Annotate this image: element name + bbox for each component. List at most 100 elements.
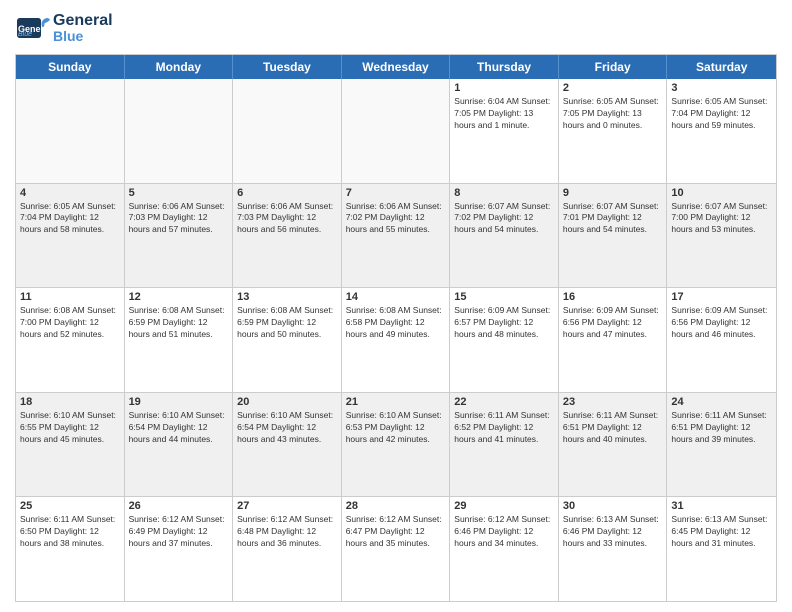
day-cell: 12Sunrise: 6:08 AM Sunset: 6:59 PM Dayli…: [125, 288, 234, 392]
day-cell: 28 Sunrise: 6:12 AM Sunset: 6:47 PM Dayli…: [342, 497, 451, 601]
day-number: 16: [563, 291, 663, 303]
day-info: Sunrise: 6:09 AM Sunset: 6:56 PM Dayligh…: [563, 305, 663, 341]
day-info: Sunrise: 6:11 AM Sunset: 6:50 PM Dayligh…: [20, 514, 120, 550]
day-info: Sunrise: 6:12 AM Sunset: 6:48 PM Dayligh…: [237, 514, 337, 550]
day-number: 23: [563, 396, 663, 408]
day-header-saturday: Saturday: [667, 55, 776, 79]
day-cell: 18 Sunrise: 6:10 AM Sunset: 6:55 PM Dayli…: [16, 393, 125, 497]
day-info: Sunrise: 6:05 AM Sunset: 7:05 PM Dayligh…: [563, 96, 663, 132]
day-cell: [16, 79, 125, 183]
day-cell: 29 Sunrise: 6:12 AM Sunset: 6:46 PM Dayli…: [450, 497, 559, 601]
day-cell: [233, 79, 342, 183]
day-number: 26: [129, 500, 229, 512]
day-number: 10: [671, 187, 772, 199]
day-number: 7: [346, 187, 446, 199]
day-info: Sunrise: 6:05 AM Sunset: 7:04 PM Dayligh…: [671, 96, 772, 132]
day-number: 15: [454, 291, 554, 303]
day-cell: 15Sunrise: 6:09 AM Sunset: 6:57 PM Dayli…: [450, 288, 559, 392]
day-cell: 2 Sunrise: 6:05 AM Sunset: 7:05 PM Daylig…: [559, 79, 668, 183]
day-headers: SundayMondayTuesdayWednesdayThursdayFrid…: [16, 55, 776, 79]
day-info: Sunrise: 6:11 AM Sunset: 6:51 PM Dayligh…: [671, 410, 772, 446]
day-cell: 8Sunrise: 6:07 AM Sunset: 7:02 PM Daylig…: [450, 184, 559, 288]
page: General Blue General Blue SundayMondayTu…: [0, 0, 792, 612]
day-cell: 26Sunrise: 6:12 AM Sunset: 6:49 PM Dayli…: [125, 497, 234, 601]
day-cell: 24 Sunrise: 6:11 AM Sunset: 6:51 PM Dayli…: [667, 393, 776, 497]
day-info: Sunrise: 6:13 AM Sunset: 6:46 PM Dayligh…: [563, 514, 663, 550]
week-row-5: 25 Sunrise: 6:11 AM Sunset: 6:50 PM Dayli…: [16, 497, 776, 601]
header: General Blue General Blue: [15, 10, 777, 46]
week-row-4: 18 Sunrise: 6:10 AM Sunset: 6:55 PM Dayli…: [16, 393, 776, 498]
day-info: Sunrise: 6:10 AM Sunset: 6:54 PM Dayligh…: [129, 410, 229, 446]
day-cell: 23 Sunrise: 6:11 AM Sunset: 6:51 PM Dayli…: [559, 393, 668, 497]
day-number: 4: [20, 187, 120, 199]
day-header-tuesday: Tuesday: [233, 55, 342, 79]
day-number: 31: [671, 500, 772, 512]
day-info: Sunrise: 6:11 AM Sunset: 6:52 PM Dayligh…: [454, 410, 554, 446]
day-cell: 30 Sunrise: 6:13 AM Sunset: 6:46 PM Dayli…: [559, 497, 668, 601]
day-info: Sunrise: 6:06 AM Sunset: 7:03 PM Dayligh…: [237, 201, 337, 237]
calendar-body: 1 Sunrise: 6:04 AM Sunset: 7:05 PM Daylig…: [16, 79, 776, 601]
day-number: 3: [671, 82, 772, 94]
day-cell: [125, 79, 234, 183]
day-header-friday: Friday: [559, 55, 668, 79]
day-number: 12: [129, 291, 229, 303]
day-number: 19: [129, 396, 229, 408]
day-info: Sunrise: 6:10 AM Sunset: 6:55 PM Dayligh…: [20, 410, 120, 446]
day-cell: 16 Sunrise: 6:09 AM Sunset: 6:56 PM Dayli…: [559, 288, 668, 392]
day-cell: [342, 79, 451, 183]
day-info: Sunrise: 6:09 AM Sunset: 6:56 PM Dayligh…: [671, 305, 772, 341]
day-number: 25: [20, 500, 120, 512]
day-header-monday: Monday: [125, 55, 234, 79]
week-row-2: 4 Sunrise: 6:05 AM Sunset: 7:04 PM Daylig…: [16, 184, 776, 289]
day-cell: 9 Sunrise: 6:07 AM Sunset: 7:01 PM Daylig…: [559, 184, 668, 288]
day-number: 29: [454, 500, 554, 512]
day-info: Sunrise: 6:04 AM Sunset: 7:05 PM Dayligh…: [454, 96, 554, 132]
day-number: 18: [20, 396, 120, 408]
day-cell: 11Sunrise: 6:08 AM Sunset: 7:00 PM Dayli…: [16, 288, 125, 392]
day-info: Sunrise: 6:12 AM Sunset: 6:47 PM Dayligh…: [346, 514, 446, 550]
day-info: Sunrise: 6:07 AM Sunset: 7:01 PM Dayligh…: [563, 201, 663, 237]
day-info: Sunrise: 6:10 AM Sunset: 6:53 PM Dayligh…: [346, 410, 446, 446]
day-cell: 22Sunrise: 6:11 AM Sunset: 6:52 PM Dayli…: [450, 393, 559, 497]
day-number: 13: [237, 291, 337, 303]
day-number: 24: [671, 396, 772, 408]
day-info: Sunrise: 6:05 AM Sunset: 7:04 PM Dayligh…: [20, 201, 120, 237]
calendar: SundayMondayTuesdayWednesdayThursdayFrid…: [15, 54, 777, 602]
day-cell: 7 Sunrise: 6:06 AM Sunset: 7:02 PM Daylig…: [342, 184, 451, 288]
day-number: 11: [20, 291, 120, 303]
day-number: 28: [346, 500, 446, 512]
day-number: 30: [563, 500, 663, 512]
day-info: Sunrise: 6:08 AM Sunset: 6:58 PM Dayligh…: [346, 305, 446, 341]
day-cell: 6 Sunrise: 6:06 AM Sunset: 7:03 PM Daylig…: [233, 184, 342, 288]
day-cell: 4 Sunrise: 6:05 AM Sunset: 7:04 PM Daylig…: [16, 184, 125, 288]
day-info: Sunrise: 6:07 AM Sunset: 7:00 PM Dayligh…: [671, 201, 772, 237]
day-cell: 20Sunrise: 6:10 AM Sunset: 6:54 PM Dayli…: [233, 393, 342, 497]
day-cell: 3 Sunrise: 6:05 AM Sunset: 7:04 PM Daylig…: [667, 79, 776, 183]
day-cell: 21Sunrise: 6:10 AM Sunset: 6:53 PM Dayli…: [342, 393, 451, 497]
week-row-3: 11Sunrise: 6:08 AM Sunset: 7:00 PM Dayli…: [16, 288, 776, 393]
day-info: Sunrise: 6:13 AM Sunset: 6:45 PM Dayligh…: [671, 514, 772, 550]
day-number: 9: [563, 187, 663, 199]
day-number: 27: [237, 500, 337, 512]
logo-blue: Blue: [53, 29, 113, 43]
day-number: 5: [129, 187, 229, 199]
day-cell: 25 Sunrise: 6:11 AM Sunset: 6:50 PM Dayli…: [16, 497, 125, 601]
day-cell: 13 Sunrise: 6:08 AM Sunset: 6:59 PM Dayli…: [233, 288, 342, 392]
logo-icon: General Blue: [15, 10, 51, 46]
week-row-1: 1 Sunrise: 6:04 AM Sunset: 7:05 PM Daylig…: [16, 79, 776, 184]
day-info: Sunrise: 6:08 AM Sunset: 6:59 PM Dayligh…: [237, 305, 337, 341]
day-number: 2: [563, 82, 663, 94]
day-cell: 1 Sunrise: 6:04 AM Sunset: 7:05 PM Daylig…: [450, 79, 559, 183]
day-header-thursday: Thursday: [450, 55, 559, 79]
logo-general: General: [53, 13, 113, 29]
day-number: 17: [671, 291, 772, 303]
day-cell: 5Sunrise: 6:06 AM Sunset: 7:03 PM Daylig…: [125, 184, 234, 288]
logo: General Blue General Blue: [15, 10, 113, 46]
day-number: 14: [346, 291, 446, 303]
day-cell: 27 Sunrise: 6:12 AM Sunset: 6:48 PM Dayli…: [233, 497, 342, 601]
day-info: Sunrise: 6:06 AM Sunset: 7:02 PM Dayligh…: [346, 201, 446, 237]
day-number: 6: [237, 187, 337, 199]
day-number: 1: [454, 82, 554, 94]
day-info: Sunrise: 6:12 AM Sunset: 6:46 PM Dayligh…: [454, 514, 554, 550]
day-info: Sunrise: 6:11 AM Sunset: 6:51 PM Dayligh…: [563, 410, 663, 446]
